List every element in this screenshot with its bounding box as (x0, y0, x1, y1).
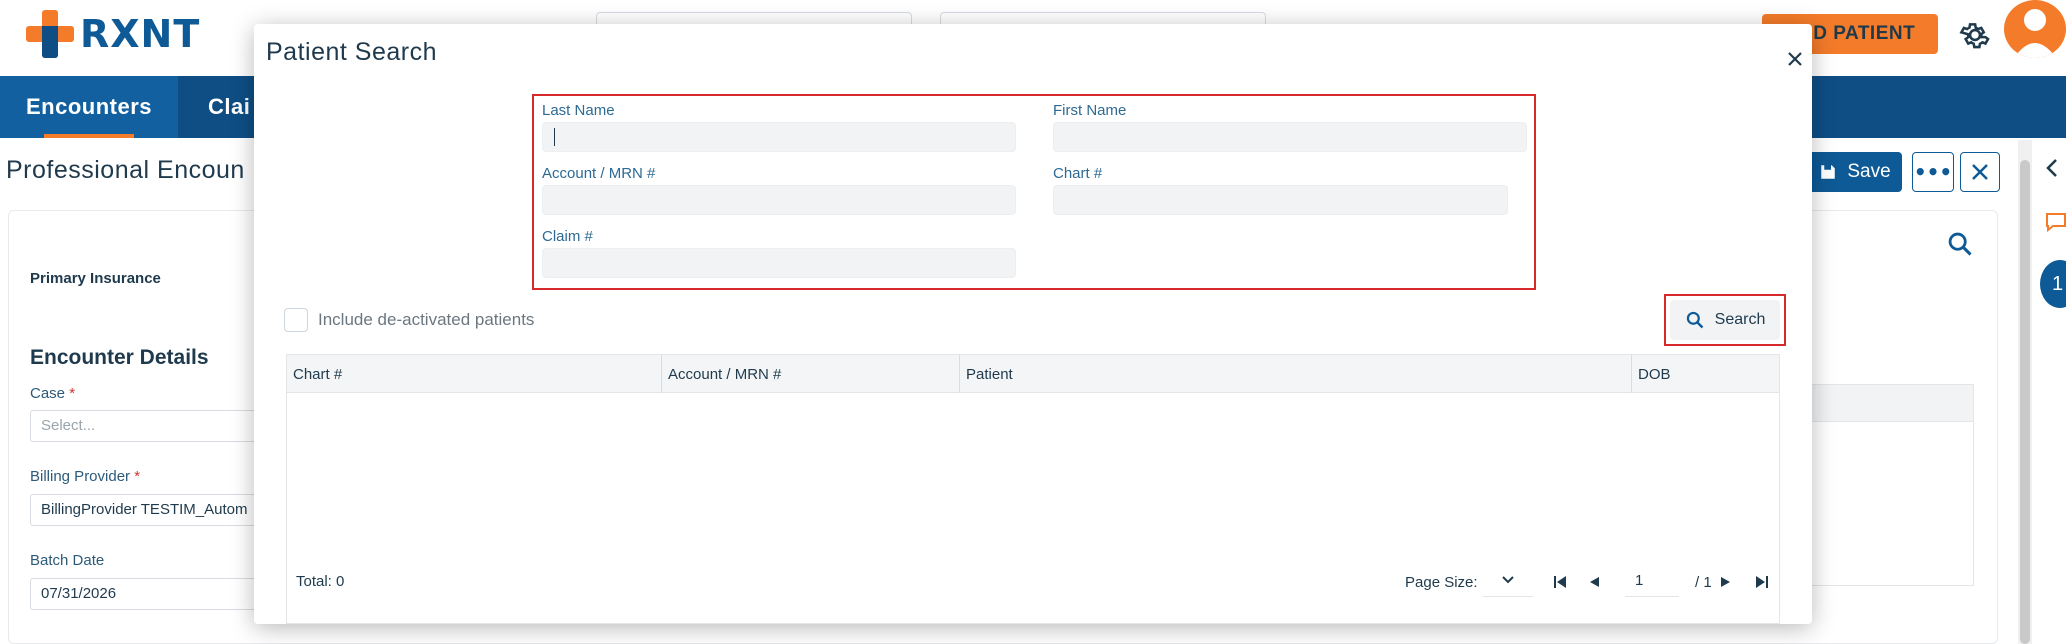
column-header-chart[interactable]: Chart # (287, 355, 661, 393)
patient-search-modal: Patient Search Last Name First Name Acco… (254, 24, 1812, 624)
current-page-input[interactable] (1625, 565, 1679, 597)
next-page-icon (1721, 577, 1730, 587)
include-deactivated-label: Include de-activated patients (318, 310, 535, 329)
results-total: Total: 0 (296, 573, 345, 590)
claim-input[interactable] (542, 248, 1016, 278)
last-name-input[interactable] (542, 122, 1016, 152)
chart-input[interactable] (1053, 185, 1508, 215)
next-page-button[interactable] (1715, 571, 1737, 593)
column-header-dob[interactable]: DOB (1631, 355, 1779, 393)
chevron-down-icon (1502, 575, 1514, 583)
results-grid: Chart # Account / MRN # Patient DOB Tota… (286, 354, 1780, 624)
column-header-patient[interactable]: Patient (959, 355, 1631, 393)
page-size-label: Page Size: (1405, 573, 1478, 591)
last-page-button[interactable] (1751, 571, 1773, 593)
search-criteria-box: Last Name First Name Account / MRN # Cha… (532, 94, 1536, 290)
first-page-icon (1554, 576, 1566, 588)
total-pages: / 1 (1695, 573, 1712, 591)
first-page-button[interactable] (1549, 571, 1571, 593)
claim-label: Claim # (542, 228, 593, 245)
previous-page-button[interactable] (1583, 571, 1605, 593)
close-icon (1788, 52, 1802, 66)
account-mrn-label: Account / MRN # (542, 165, 656, 182)
search-icon (1686, 311, 1703, 329)
previous-page-icon (1590, 577, 1599, 587)
modal-title: Patient Search (266, 38, 437, 66)
first-name-label: First Name (1053, 102, 1127, 119)
search-button-highlight: Search (1664, 294, 1786, 346)
page-size-select[interactable] (1483, 563, 1533, 597)
chart-label: Chart # (1053, 165, 1103, 182)
column-header-account-mrn[interactable]: Account / MRN # (661, 355, 959, 393)
last-page-icon (1756, 576, 1768, 588)
results-grid-header: Chart # Account / MRN # Patient DOB (287, 355, 1779, 393)
search-button[interactable]: Search (1670, 300, 1780, 340)
search-button-label: Search (1714, 311, 1766, 328)
text-caret (554, 128, 555, 146)
include-deactivated-checkbox[interactable] (284, 308, 308, 332)
modal-close-button[interactable] (1782, 46, 1808, 72)
last-name-field-wrap (542, 122, 1016, 152)
last-name-label: Last Name (542, 102, 615, 119)
first-name-input[interactable] (1053, 122, 1527, 152)
account-mrn-input[interactable] (542, 185, 1016, 215)
